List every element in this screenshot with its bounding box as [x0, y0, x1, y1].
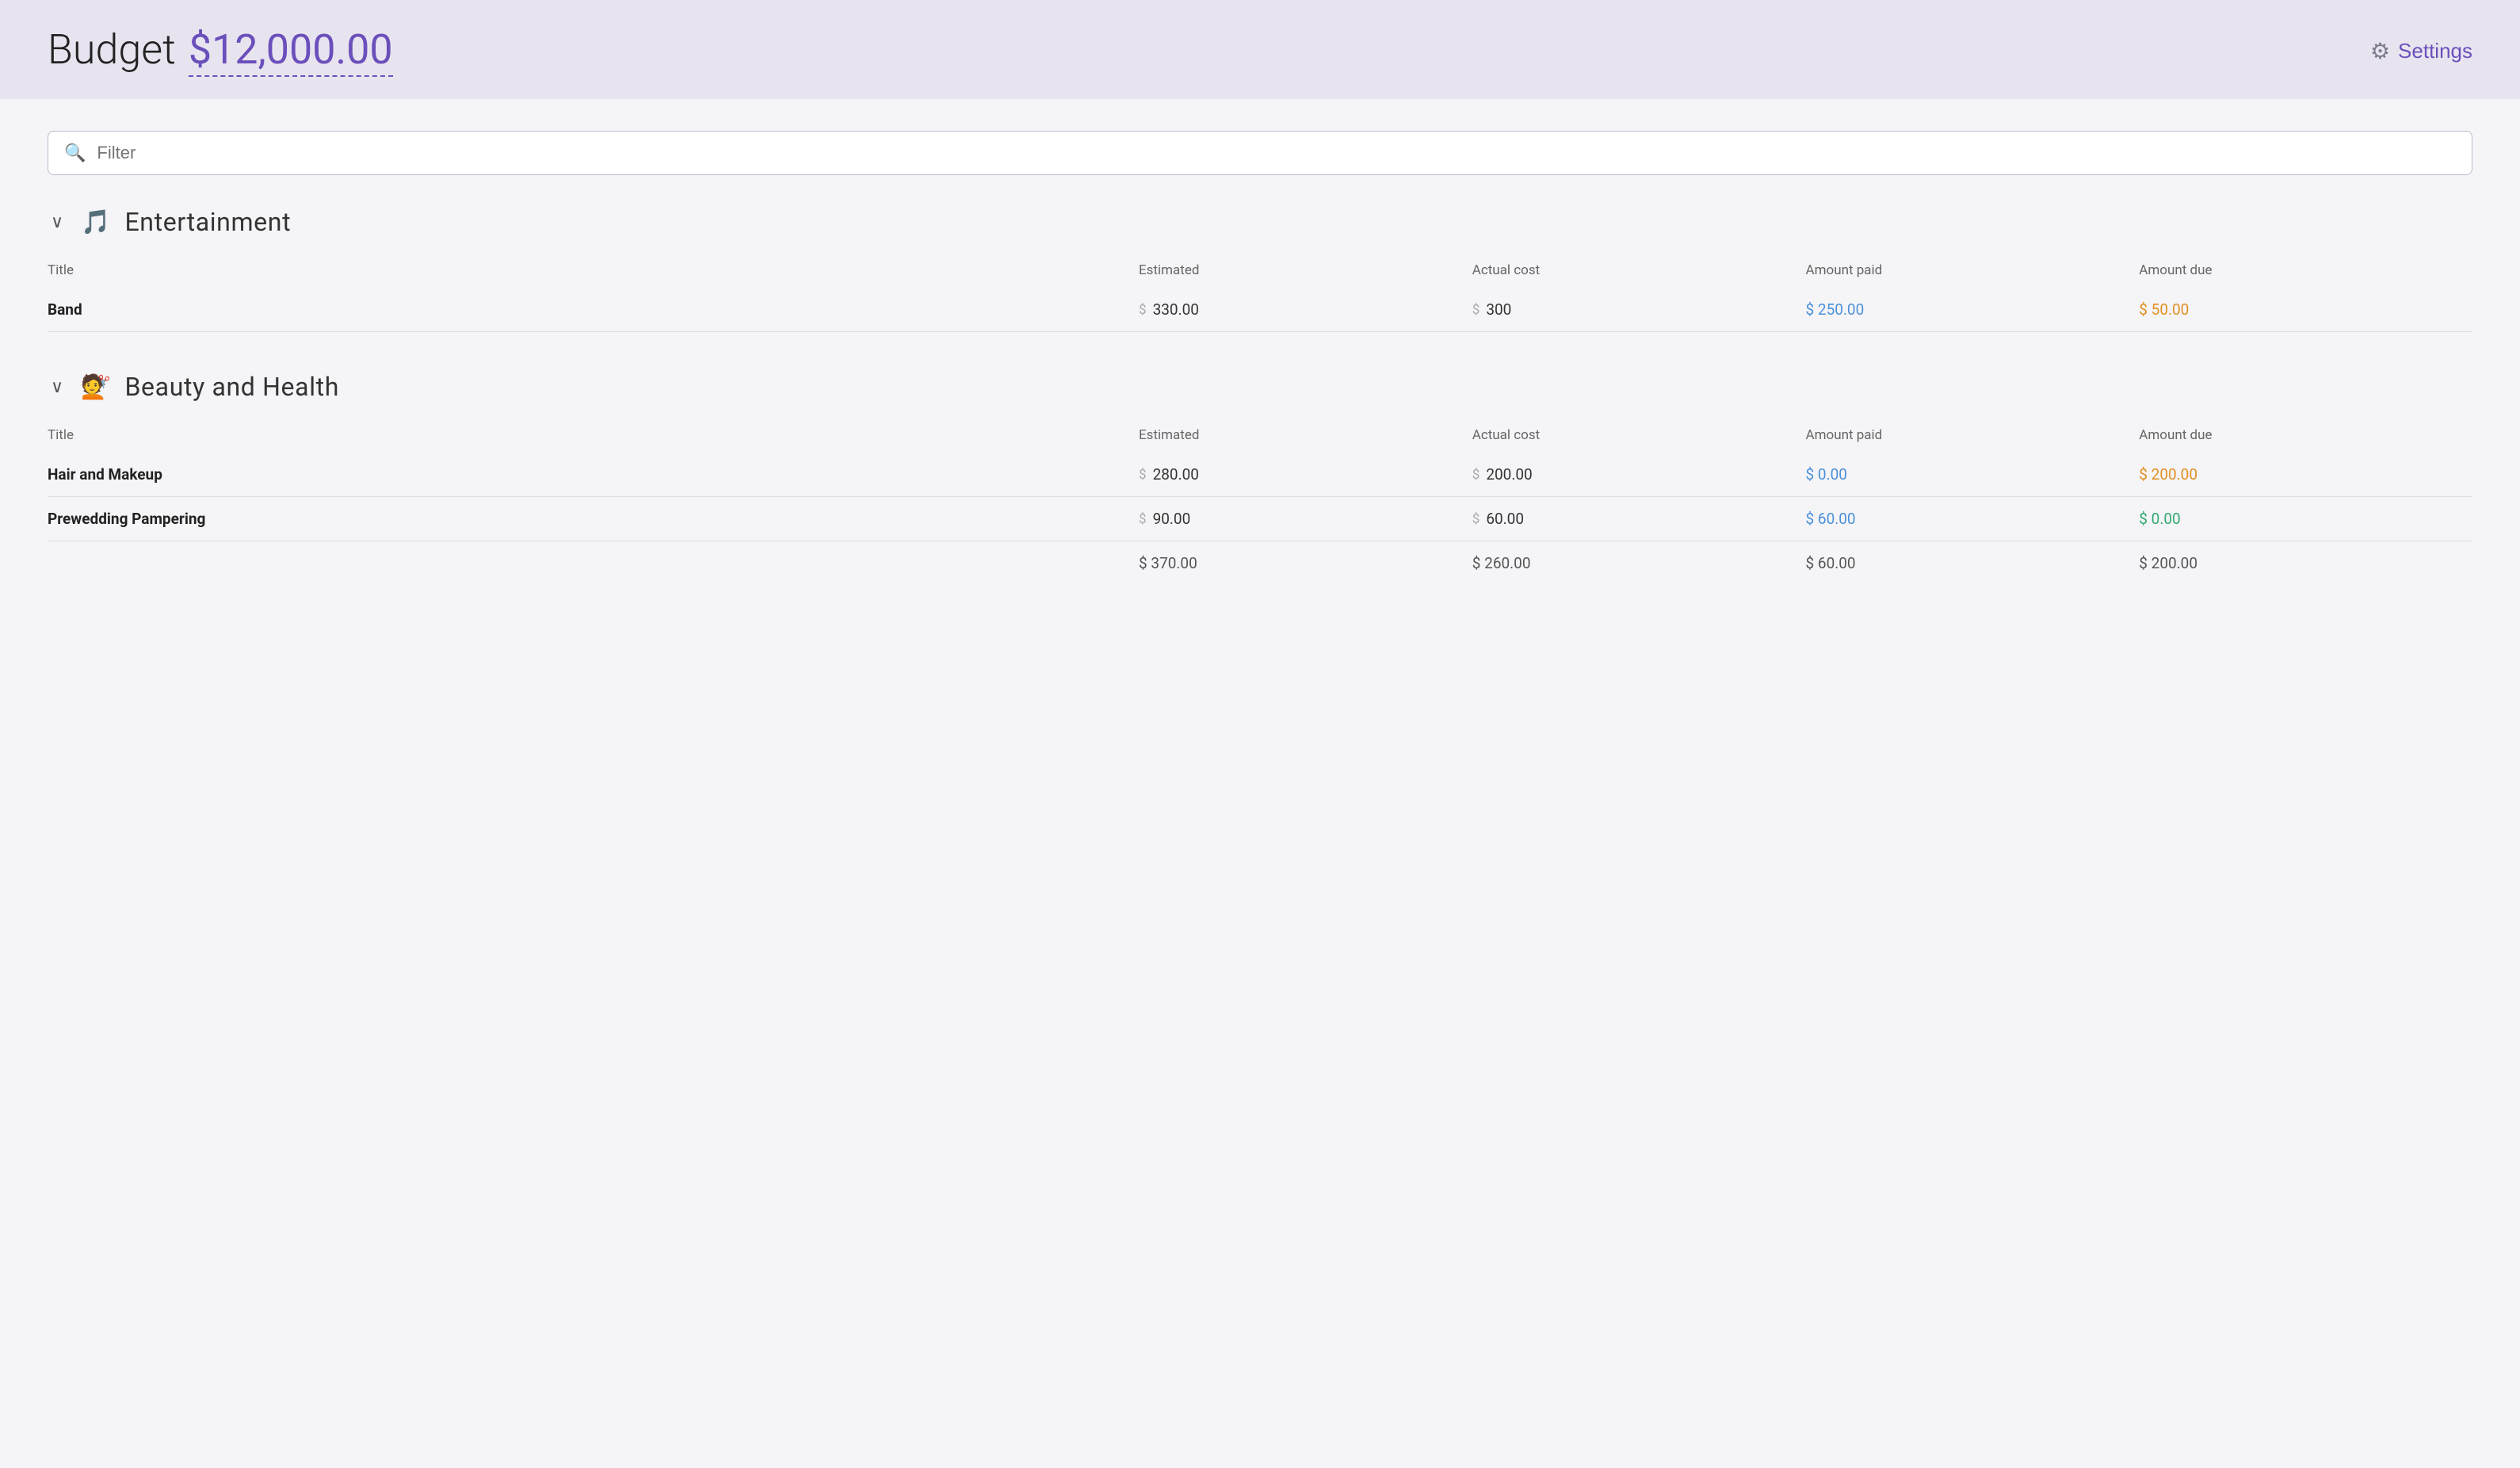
section-header-beauty-and-health: ∨ 💇 Beauty and Health [48, 372, 2472, 402]
col-header-1: Estimated [1139, 256, 1472, 288]
amount-due-value: $ 200.00 [2139, 465, 2197, 484]
row-amount-paid: $ 0.00 [1806, 453, 2140, 497]
filter-bar: 🔍 [48, 131, 2472, 175]
row-amount-paid: $ 250.00 [1806, 288, 2140, 332]
dollar-icon: $ [1472, 467, 1480, 483]
row-actual-cost: $60.00 [1472, 497, 1806, 541]
col-header-1: Estimated [1139, 421, 1472, 453]
section-header-entertainment: ∨ 🎵 Entertainment [48, 207, 2472, 237]
row-actual-cost: $300 [1472, 288, 1806, 332]
totals-actual: $ 260.00 [1472, 541, 1806, 586]
amount-paid-value: $ 0.00 [1806, 465, 1847, 484]
col-header-0: Title [48, 256, 1139, 288]
budget-title: Budget $12,000.00 [48, 25, 393, 77]
filter-input[interactable] [97, 143, 2456, 163]
row-amount-due: $ 50.00 [2139, 288, 2472, 332]
row-estimated: $330.00 [1139, 288, 1472, 332]
dollar-icon: $ [1139, 511, 1147, 527]
section-icon-entertainment: 🎵 [81, 208, 110, 236]
sections-container: ∨🎵EntertainmentTitleEstimatedActual cost… [48, 207, 2472, 585]
section-title-entertainment: Entertainment [124, 207, 291, 237]
table-beauty-and-health: TitleEstimatedActual costAmount paidAmou… [48, 421, 2472, 585]
col-header-4: Amount due [2139, 421, 2472, 453]
amount-paid-value: $ 60.00 [1806, 510, 1856, 528]
search-icon: 🔍 [64, 143, 86, 163]
row-estimated: $90.00 [1139, 497, 1472, 541]
table-row: Prewedding Pampering$90.00$60.00$ 60.00$… [48, 497, 2472, 541]
col-header-3: Amount paid [1806, 256, 2140, 288]
amount-due-value: $ 50.00 [2139, 300, 2189, 319]
col-header-2: Actual cost [1472, 256, 1806, 288]
chevron-beauty-and-health[interactable]: ∨ [48, 373, 67, 400]
actual-cost-value: 300 [1486, 300, 1511, 319]
section-icon-beauty-and-health: 💇 [81, 373, 110, 401]
actual-cost-value: 60.00 [1486, 510, 1524, 528]
col-header-2: Actual cost [1472, 421, 1806, 453]
amount-due-value: $ 0.00 [2139, 510, 2180, 528]
actual-cost-value: 200.00 [1486, 465, 1532, 484]
table-row: Band$330.00$300$ 250.00$ 50.00 [48, 288, 2472, 332]
section-beauty-and-health: ∨ 💇 Beauty and Health TitleEstimatedActual … [48, 372, 2472, 585]
estimated-value: 330.00 [1153, 300, 1199, 319]
budget-label: Budget [48, 25, 176, 74]
col-header-3: Amount paid [1806, 421, 2140, 453]
section-title-beauty-and-health: Beauty and Health [124, 372, 339, 402]
totals-label [48, 541, 1139, 586]
row-title: Band [48, 288, 1139, 332]
dollar-icon: $ [1139, 302, 1147, 318]
settings-button[interactable]: ⚙ Settings [2370, 38, 2472, 64]
dollar-icon: $ [1472, 511, 1480, 527]
estimated-value: 90.00 [1153, 510, 1191, 528]
row-estimated: $280.00 [1139, 453, 1472, 497]
totals-estimated: $ 370.00 [1139, 541, 1472, 586]
settings-label: Settings [2398, 39, 2472, 63]
estimated-value: 280.00 [1153, 465, 1199, 484]
col-header-4: Amount due [2139, 256, 2472, 288]
gear-icon: ⚙ [2370, 38, 2390, 64]
chevron-entertainment[interactable]: ∨ [48, 208, 67, 235]
row-actual-cost: $200.00 [1472, 453, 1806, 497]
row-title: Prewedding Pampering [48, 497, 1139, 541]
col-header-0: Title [48, 421, 1139, 453]
row-amount-paid: $ 60.00 [1806, 497, 2140, 541]
amount-paid-value: $ 250.00 [1806, 300, 1865, 319]
section-entertainment: ∨ 🎵 Entertainment TitleEstimatedActual cost… [48, 207, 2472, 332]
totals-row: $ 370.00$ 260.00$ 60.00$ 200.00 [48, 541, 2472, 586]
row-title: Hair and Makeup [48, 453, 1139, 497]
row-amount-due: $ 0.00 [2139, 497, 2472, 541]
row-amount-due: $ 200.00 [2139, 453, 2472, 497]
table-entertainment: TitleEstimatedActual costAmount paidAmou… [48, 256, 2472, 332]
dollar-icon: $ [1472, 302, 1480, 318]
budget-amount[interactable]: $12,000.00 [189, 25, 393, 77]
main-content: 🔍 ∨🎵EntertainmentTitleEstimatedActual co… [0, 99, 2520, 656]
dollar-icon: $ [1139, 467, 1147, 483]
table-row: Hair and Makeup$280.00$200.00$ 0.00$ 200… [48, 453, 2472, 497]
page-header: Budget $12,000.00 ⚙ Settings [0, 0, 2520, 99]
totals-paid: $ 60.00 [1806, 541, 2140, 586]
totals-due: $ 200.00 [2139, 541, 2472, 586]
